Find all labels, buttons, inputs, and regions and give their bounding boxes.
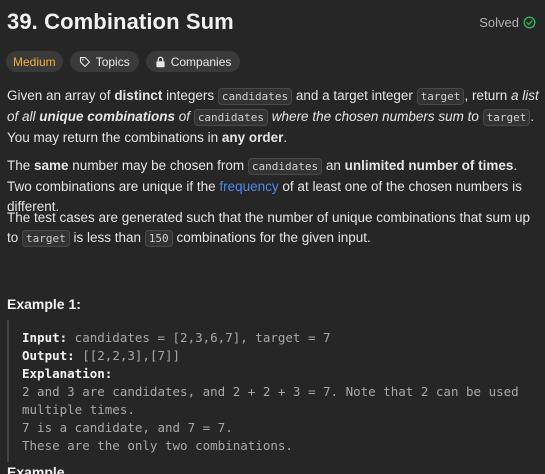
- problem-header: 39. Combination Sum Solved: [0, 0, 545, 46]
- code-150: 150: [144, 230, 173, 247]
- code-candidates: candidates: [193, 109, 269, 126]
- example-explanation-label: Explanation:: [22, 366, 113, 381]
- example-explanation-line: multiple times.: [22, 402, 135, 417]
- companies-label: Companies: [170, 54, 232, 69]
- example-input-line: Input: candidates = [2,3,6,7], target = …: [22, 330, 331, 345]
- code-candidates: candidates: [217, 88, 293, 105]
- example-output-line: Output: [[2,2,3],[7]]: [22, 348, 181, 363]
- example-explanation-line: 2 and 3 are candidates, and 2 + 2 + 3 = …: [22, 384, 519, 399]
- description-paragraph-3: The test cases are generated such that t…: [7, 210, 531, 247]
- example-2-title-partial: Example 2:: [7, 466, 65, 474]
- code-target: target: [22, 230, 70, 247]
- example-explanation-line: These are the only two combinations.: [22, 438, 293, 453]
- description-paragraph-1: Given an array of distinct integers cand…: [7, 88, 539, 145]
- frequency-link[interactable]: frequency: [219, 179, 278, 194]
- code-candidates: candidates: [247, 158, 323, 175]
- solved-label: Solved: [479, 15, 519, 30]
- example-1-title: Example 1:: [7, 296, 81, 312]
- topics-button[interactable]: Topics: [69, 51, 139, 72]
- lock-icon: [155, 56, 166, 68]
- check-circle-icon: [523, 16, 536, 29]
- problem-tags: Medium Topics Companies: [6, 51, 241, 72]
- example-1-block: Input: candidates = [2,3,6,7], target = …: [7, 320, 539, 462]
- code-target: target: [416, 88, 465, 105]
- code-target: target: [482, 109, 531, 126]
- companies-button[interactable]: Companies: [145, 51, 241, 72]
- solved-status: Solved: [479, 15, 536, 30]
- tag-icon: [79, 56, 91, 68]
- topics-label: Topics: [95, 54, 130, 69]
- difficulty-badge[interactable]: Medium: [6, 51, 63, 72]
- example-explanation-line: 7 is a candidate, and 7 = 7.: [22, 420, 233, 435]
- problem-title: 39. Combination Sum: [7, 9, 234, 34]
